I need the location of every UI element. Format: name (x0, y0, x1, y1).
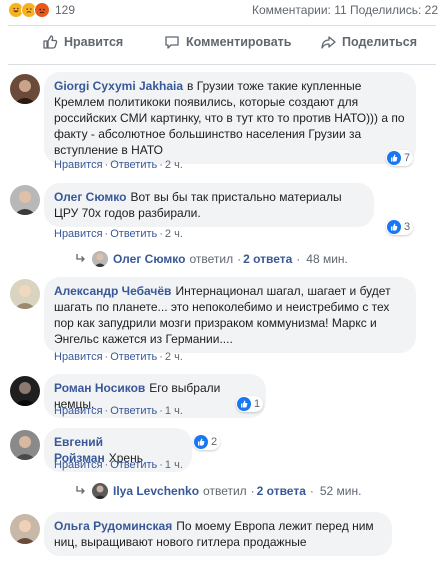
view-replies-link[interactable]: Ilya Levchenko ответил · 2 ответа · 52 м… (74, 483, 361, 499)
reaction-count[interactable]: 129 (55, 3, 75, 17)
comment-like-link[interactable]: Нравится (54, 228, 103, 240)
post-stats-bar: 129 Комментарии: 11 Поделились: 22 (0, 0, 444, 22)
comment-likes[interactable]: 1 (236, 396, 264, 412)
reply-arrow-icon (74, 484, 86, 499)
view-replies-link[interactable]: Олег Сюмко ответил · 2 ответа · 48 мин. (74, 251, 348, 267)
avatar[interactable] (10, 514, 40, 544)
comment-time[interactable]: 2 ч. (165, 228, 183, 240)
comment-button-label: Комментировать (186, 35, 292, 49)
like-reaction-icon (387, 151, 401, 165)
reply-author: Ilya Levchenko (113, 484, 200, 498)
reply-verb: ответил (203, 484, 247, 498)
comment-like-link[interactable]: Нравится (54, 405, 103, 417)
comment-like-count: 7 (404, 152, 411, 164)
reply-avatar (92, 251, 108, 267)
share-button-label: Поделиться (342, 35, 418, 49)
divider (8, 64, 436, 65)
comment-icon (165, 36, 179, 49)
comment-like-link[interactable]: Нравится (54, 159, 103, 171)
avatar[interactable] (10, 185, 40, 215)
comment-author[interactable]: Александр Чебачёв (54, 284, 171, 298)
reply-time: 52 мин. (319, 484, 362, 498)
comment-likes[interactable]: 2 (193, 434, 221, 450)
comment-time[interactable]: 2 ч. (165, 351, 183, 363)
comment-like-count: 3 (404, 221, 411, 233)
comment-meta: Нравится · Ответить · 2 ч. (54, 228, 183, 240)
comment-time[interactable]: 1 ч. (165, 405, 183, 417)
reply-avatar (92, 483, 108, 499)
reply-arrow-icon (74, 252, 86, 267)
comment-meta: Нравится · Ответить · 2 ч. (54, 351, 183, 363)
avatar[interactable] (10, 376, 40, 406)
reply-count: 2 ответа (243, 252, 293, 266)
like-button[interactable]: Нравится (42, 34, 123, 50)
action-bar: Нравится Комментировать Поделиться (0, 34, 444, 58)
comment-reply-link[interactable]: Ответить (110, 459, 157, 471)
thumbs-up-icon (43, 35, 58, 49)
comment-bubble: Олег Сюмко Вот вы бы так пристально матер… (44, 183, 374, 227)
comment-likes[interactable]: 7 (386, 150, 414, 166)
comment-like-link[interactable]: Нравится (54, 459, 103, 471)
divider (8, 25, 436, 26)
comment-meta: Нравится · Ответить · 1 ч. (54, 405, 183, 417)
comment-bubble: Giorgi Сухуmi Jakhaia в Грузии тоже такие… (44, 72, 416, 164)
comment-like-link[interactable]: Нравится (54, 351, 103, 363)
comment-meta: Нравится · Ответить · 1 ч. (54, 459, 183, 471)
comment-meta: Нравится · Ответить · 2 ч. (54, 159, 183, 171)
comment-reply-link[interactable]: Ответить (110, 228, 157, 240)
comment-time[interactable]: 1 ч. (165, 459, 183, 471)
comment-reply-link[interactable]: Ответить (110, 405, 157, 417)
reply-verb: ответил (189, 252, 234, 266)
comment-like-count: 1 (254, 398, 261, 410)
comment-author[interactable]: Giorgi Сухуmi Jakhaia (54, 79, 183, 93)
reply-count: 2 ответа (256, 484, 306, 498)
comment-reply-link[interactable]: Ответить (110, 159, 157, 171)
angry-icon (34, 2, 50, 18)
comment-author[interactable]: Ольга Рудоминская (54, 519, 172, 533)
share-icon (321, 36, 336, 49)
avatar[interactable] (10, 279, 40, 309)
comment-time[interactable]: 2 ч. (165, 159, 183, 171)
share-button[interactable]: Поделиться (320, 34, 417, 50)
comment-author[interactable]: Роман Носиков (54, 381, 145, 395)
comments-shares-count[interactable]: Комментарии: 11 Поделились: 22 (252, 3, 438, 17)
comment-reply-link[interactable]: Ответить (110, 351, 157, 363)
reply-author: Олег Сюмко (113, 252, 186, 266)
like-reaction-icon (194, 435, 208, 449)
comment-likes[interactable]: 3 (386, 219, 414, 235)
comment-bubble: Александр Чебачёв Интернационал шагал, ша… (44, 277, 416, 353)
reply-time: 48 мин. (306, 252, 348, 266)
comment-like-count: 2 (211, 436, 218, 448)
comment-button[interactable]: Комментировать (164, 34, 291, 50)
reaction-summary[interactable]: 129 (8, 2, 75, 18)
avatar[interactable] (10, 74, 40, 104)
like-reaction-icon (237, 397, 251, 411)
like-reaction-icon (387, 220, 401, 234)
avatar[interactable] (10, 430, 40, 460)
like-button-label: Нравится (64, 35, 124, 49)
comment-bubble: Ольга Рудоминская По моему Европа лежит п… (44, 512, 392, 556)
comment-author[interactable]: Олег Сюмко (54, 190, 126, 204)
